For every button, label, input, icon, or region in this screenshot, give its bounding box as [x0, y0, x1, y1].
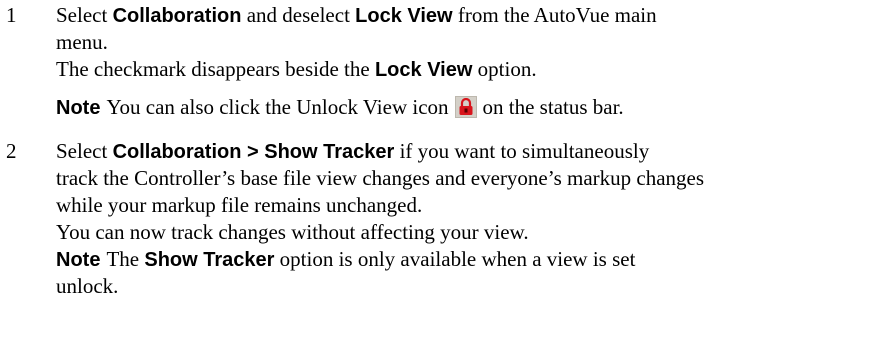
step-2-note: Note The Show Tracker option is only avai…	[56, 246, 856, 273]
step-number: 2	[6, 139, 17, 163]
step-1-note: Note You can also click the Unlock View i…	[56, 94, 856, 121]
text: Select	[56, 3, 113, 27]
document-page: 1 Select Collaboration and deselect Lock…	[0, 0, 871, 344]
text: You can now track changes without affect…	[56, 220, 529, 244]
step-1-body: Select Collaboration and deselect Lock V…	[56, 2, 856, 121]
note-text: on the status bar.	[482, 95, 624, 119]
text: and deselect	[241, 3, 356, 27]
text: The checkmark disappears beside the	[56, 57, 375, 81]
step-2-body: Select Collaboration > Show Tracker if y…	[56, 138, 856, 300]
text: track the Controller’s base file view ch…	[56, 166, 705, 190]
menu-path-show-tracker: Collaboration > Show Tracker	[112, 141, 395, 163]
note-label: Note	[56, 97, 101, 119]
menu-option-show-tracker: Show Tracker	[144, 249, 275, 271]
text: while your markup file remains unchanged…	[56, 193, 423, 217]
menu-option-lock-view: Lock View	[374, 59, 473, 81]
text: Select	[56, 139, 113, 163]
note-text: The	[106, 247, 145, 271]
menu-name-collaboration: Collaboration	[112, 5, 242, 27]
step-2-note-line-2: unlock.	[56, 273, 856, 300]
text: if you want to simultaneously	[394, 139, 650, 163]
step-1-line-3: The checkmark disappears beside the Lock…	[56, 56, 856, 83]
step-1-line-2: menu.	[56, 29, 856, 56]
note-text: You can also click the Unlock View icon	[106, 95, 449, 119]
text: option.	[472, 57, 537, 81]
text: from the AutoVue main	[452, 3, 657, 27]
step-number: 1	[6, 3, 17, 27]
text: menu.	[56, 30, 108, 54]
step-1-line-1: Select Collaboration and deselect Lock V…	[56, 2, 856, 29]
note-text: option is only available when a view is …	[274, 247, 636, 271]
menu-option-lock-view: Lock View	[355, 5, 453, 27]
note-label: Note	[56, 249, 101, 271]
step-2-line-1: Select Collaboration > Show Tracker if y…	[56, 138, 856, 165]
step-2-line-2: track the Controller’s base file view ch…	[56, 165, 856, 192]
step-2-line-3: while your markup file remains unchanged…	[56, 192, 856, 219]
unlock-view-icon	[454, 96, 477, 118]
step-2-line-4: You can now track changes without affect…	[56, 219, 856, 246]
note-text: unlock.	[56, 274, 119, 298]
